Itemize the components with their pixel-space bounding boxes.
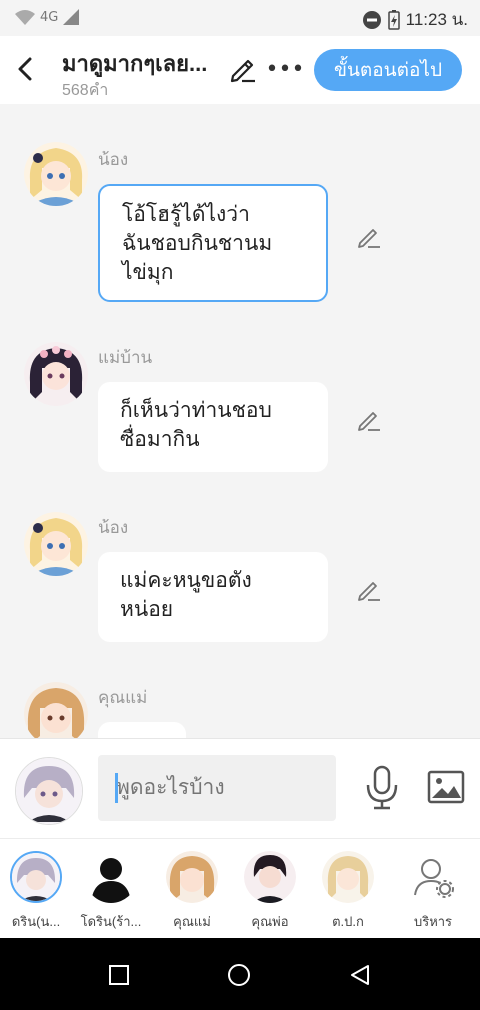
edit-message-button[interactable] <box>356 577 382 603</box>
system-nav-bar <box>0 938 480 1010</box>
message-bubble[interactable] <box>98 722 186 738</box>
message-bubble[interactable]: ก็เห็นว่าท่านชอบ ซื่อมากิน <box>98 382 328 472</box>
character-item[interactable]: ต.ป.ก <box>309 851 387 932</box>
more-options-button[interactable]: ••• <box>266 54 305 84</box>
character-label: ต.ป.ก <box>332 914 364 929</box>
message-line: ไข่มุก <box>122 261 174 284</box>
back-icon[interactable] <box>348 963 372 987</box>
character-item[interactable]: โดริน(ร้า... <box>72 851 150 932</box>
avatar <box>10 851 62 903</box>
edit-message-button[interactable] <box>356 224 382 250</box>
wifi-icon <box>15 10 35 25</box>
edit-title-button[interactable] <box>228 54 258 84</box>
back-button[interactable] <box>10 54 40 84</box>
avatar <box>166 851 218 903</box>
status-right: 11:23 น. <box>362 6 468 33</box>
message-line: หน่อย <box>120 598 174 621</box>
message-line: ก็เห็นว่าท่านชอบ <box>120 399 272 422</box>
microphone-icon <box>366 765 398 810</box>
network-label: 4G <box>40 9 59 25</box>
header: มาดูมากๆเลย... 568คำ ••• ขั้นตอนต่อไป <box>0 36 480 104</box>
status-left: 4G <box>14 8 80 26</box>
character-label: บริหาร <box>413 914 453 929</box>
manage-characters-button[interactable]: บริหาร <box>394 851 472 932</box>
character-bar: ดริน(น... โดริน(ร้า... คุณแม่ คุณพ่อ ต.ป… <box>0 838 480 939</box>
current-speaker-avatar[interactable] <box>15 757 83 825</box>
signal-icon <box>63 9 80 25</box>
character-item[interactable]: ดริน(น... <box>0 851 75 932</box>
ellipsis-icon: ••• <box>265 56 305 82</box>
avatar[interactable] <box>24 682 88 738</box>
text-cursor <box>115 773 118 803</box>
avatar[interactable] <box>24 512 88 576</box>
avatar[interactable] <box>24 142 88 206</box>
message-line: ซื่อมากิน <box>120 428 200 451</box>
story-title: มาดูมากๆเลย... <box>62 51 208 76</box>
battery-icon <box>387 9 400 30</box>
clock: 11:23 น. <box>405 10 468 29</box>
message-line: โอ้โฮรู้ได้ไงว่า <box>122 203 250 226</box>
avatar <box>322 851 374 903</box>
next-step-button[interactable]: ขั้นตอนต่อไป <box>314 49 462 91</box>
pencil-icon <box>358 229 380 248</box>
character-label: ดริน(น... <box>11 914 61 929</box>
message-line: แม่คะหนูขอตัง <box>120 569 252 592</box>
edit-message-button[interactable] <box>356 407 382 433</box>
pencil-icon <box>230 59 255 83</box>
chat-list: น้อง โอ้โฮรู้ได้ไงว่า ฉันชอบกินชานม ไข่ม… <box>0 104 480 738</box>
pencil-icon <box>358 412 380 431</box>
character-item[interactable]: คุณพ่อ <box>231 851 309 932</box>
image-button[interactable] <box>426 767 466 807</box>
avatar[interactable] <box>24 342 88 406</box>
character-item[interactable]: คุณแม่ <box>153 851 231 932</box>
chevron-left-icon <box>18 57 32 81</box>
message-input[interactable] <box>98 755 336 821</box>
composer <box>0 738 480 839</box>
recent-apps-icon[interactable] <box>108 964 130 986</box>
microphone-button[interactable] <box>363 765 401 811</box>
manage-user-icon <box>407 851 459 903</box>
avatar <box>244 851 296 903</box>
do-not-disturb-icon <box>362 10 381 29</box>
character-label: คุณพ่อ <box>251 914 289 929</box>
home-icon[interactable] <box>227 963 251 987</box>
message-bubble[interactable]: โอ้โฮรู้ได้ไงว่า ฉันชอบกินชานม ไข่มุก <box>98 184 328 302</box>
message-bubble[interactable]: แม่คะหนูขอตัง หน่อย <box>98 552 328 642</box>
pencil-icon <box>358 582 380 601</box>
character-label: โดริน(ร้า... <box>80 914 142 929</box>
speaker-name: น้อง <box>98 150 129 169</box>
speaker-name: คุณแม่ <box>98 688 148 707</box>
speaker-name: น้อง <box>98 518 129 537</box>
avatar <box>85 851 137 903</box>
message-line: ฉันชอบกินชานม <box>122 232 273 255</box>
character-label: คุณแม่ <box>173 914 211 929</box>
speaker-name: แม่บ้าน <box>98 348 153 367</box>
image-icon <box>427 770 465 804</box>
status-bar: 4G 11:23 น. <box>0 0 480 36</box>
word-count: 568คำ <box>62 82 109 99</box>
